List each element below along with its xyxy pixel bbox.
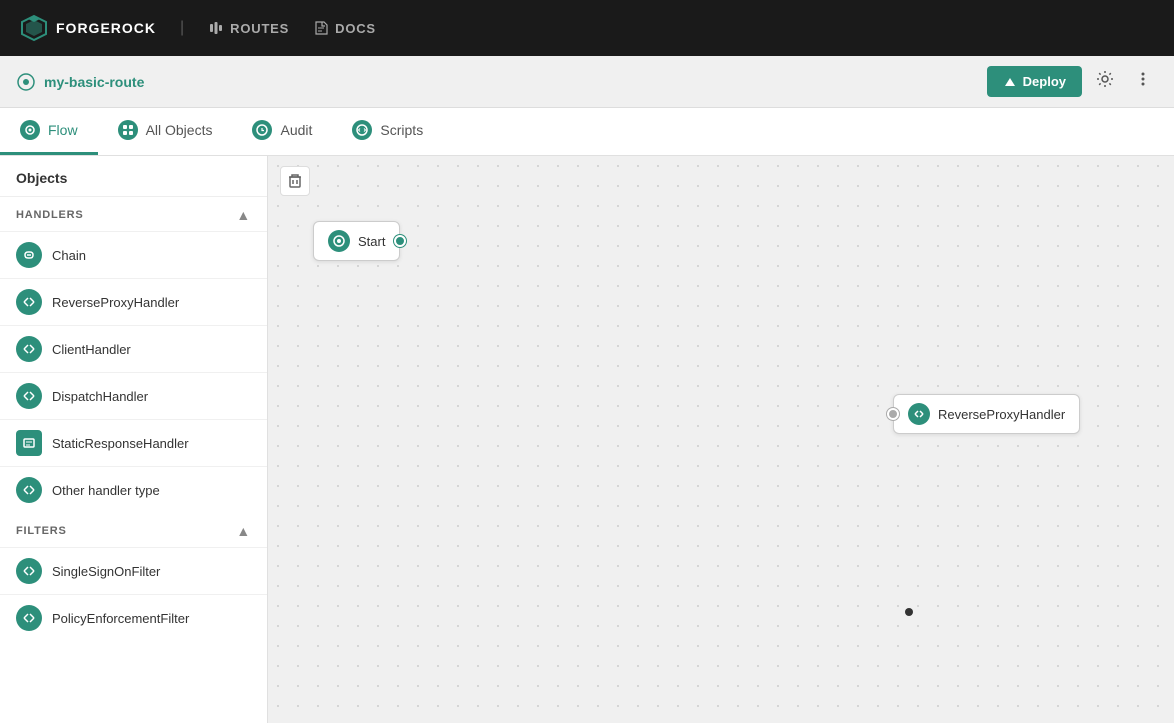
delete-button[interactable] — [280, 166, 310, 196]
cursor — [905, 608, 913, 616]
tab-scripts[interactable]: Scripts — [332, 108, 443, 155]
reverse-proxy-handler-icon — [16, 289, 42, 315]
policy-enforcement-filter-label: PolicyEnforcementFilter — [52, 611, 189, 626]
deploy-icon — [1003, 75, 1017, 89]
chain-label: Chain — [52, 248, 86, 263]
tab-flow-label: Flow — [48, 122, 78, 138]
forgerock-logo-icon — [20, 14, 48, 42]
dispatch-handler-label: DispatchHandler — [52, 389, 148, 404]
sidebar-item-client-handler[interactable]: ClientHandler — [0, 325, 267, 372]
other-handler-type-label: Other handler type — [52, 483, 160, 498]
start-node-icon — [328, 230, 350, 252]
sidebar-title: Objects — [0, 156, 267, 197]
settings-icon — [1096, 70, 1114, 88]
filters-section-header: FILTERS ▲ — [0, 513, 267, 547]
more-icon — [1134, 70, 1152, 88]
forgerock-logo: FORGEROCK — [20, 14, 156, 42]
nav-divider: | — [180, 19, 184, 37]
client-handler-icon — [16, 336, 42, 362]
other-handler-type-icon — [16, 477, 42, 503]
tab-all-objects[interactable]: All Objects — [98, 108, 233, 155]
routes-icon — [208, 20, 224, 36]
breadcrumb-actions: Deploy — [987, 64, 1158, 99]
static-response-handler-icon — [16, 430, 42, 456]
brand-name: FORGEROCK — [56, 20, 156, 36]
policy-enforcement-filter-icon — [16, 605, 42, 631]
reverse-proxy-handler-node[interactable]: ReverseProxyHandler — [893, 394, 1080, 434]
handlers-collapse-toggle[interactable]: ▲ — [236, 207, 251, 223]
handlers-label: HANDLERS — [16, 209, 84, 221]
more-options-button[interactable] — [1128, 64, 1158, 99]
sidebar-item-chain[interactable]: Chain — [0, 231, 267, 278]
sidebar-item-reverse-proxy-handler[interactable]: ReverseProxyHandler — [0, 278, 267, 325]
scripts-tab-icon — [352, 120, 372, 140]
sidebar-item-policy-enforcement-filter[interactable]: PolicyEnforcementFilter — [0, 594, 267, 641]
breadcrumb-bar: my-basic-route Deploy — [0, 56, 1174, 108]
reverse-proxy-handler-label: ReverseProxyHandler — [52, 295, 179, 310]
filters-collapse-toggle[interactable]: ▲ — [236, 523, 251, 539]
delete-icon — [287, 173, 303, 189]
single-sign-on-filter-icon — [16, 558, 42, 584]
docs-icon — [313, 20, 329, 36]
handlers-section: HANDLERS ▲ Chain ReversePro — [0, 197, 267, 513]
deploy-button[interactable]: Deploy — [987, 66, 1082, 97]
canvas-toolbar — [280, 166, 310, 196]
routes-nav-item[interactable]: ROUTES — [208, 20, 289, 36]
flow-tab-icon — [20, 120, 40, 140]
tab-bar: Flow All Objects Audit — [0, 108, 1174, 156]
sidebar-item-static-response-handler[interactable]: StaticResponseHandler — [0, 419, 267, 466]
start-node-label: Start — [358, 234, 385, 249]
route-name: my-basic-route — [44, 74, 144, 90]
tab-flow[interactable]: Flow — [0, 108, 98, 155]
sidebar-item-single-sign-on-filter[interactable]: SingleSignOnFilter — [0, 547, 267, 594]
start-node[interactable]: Start — [313, 221, 400, 261]
settings-button[interactable] — [1090, 64, 1120, 99]
reverse-proxy-handler-node-label: ReverseProxyHandler — [938, 407, 1065, 422]
filters-section: FILTERS ▲ SingleSignOnFilter PolicyEnfor — [0, 513, 267, 641]
reverse-proxy-handler-left-connector[interactable] — [887, 408, 899, 420]
reverse-proxy-handler-node-icon — [908, 403, 930, 425]
client-handler-label: ClientHandler — [52, 342, 131, 357]
handlers-section-header: HANDLERS ▲ — [0, 197, 267, 231]
audit-tab-icon — [252, 120, 272, 140]
top-navigation: FORGEROCK | ROUTES DOCS — [0, 0, 1174, 56]
docs-nav-item[interactable]: DOCS — [313, 20, 376, 36]
tab-all-objects-label: All Objects — [146, 122, 213, 138]
dispatch-handler-icon — [16, 383, 42, 409]
tab-audit[interactable]: Audit — [232, 108, 332, 155]
main-layout: Objects HANDLERS ▲ Chain — [0, 156, 1174, 723]
chain-icon — [16, 242, 42, 268]
filters-label: FILTERS — [16, 525, 67, 537]
tab-scripts-label: Scripts — [380, 122, 423, 138]
single-sign-on-filter-label: SingleSignOnFilter — [52, 564, 160, 579]
tab-audit-label: Audit — [280, 122, 312, 138]
sidebar-item-dispatch-handler[interactable]: DispatchHandler — [0, 372, 267, 419]
start-node-right-connector[interactable] — [394, 235, 406, 247]
sidebar-item-other-handler-type[interactable]: Other handler type — [0, 466, 267, 513]
route-icon — [16, 72, 36, 92]
canvas[interactable]: Start ReverseProxyHandler — [268, 156, 1174, 723]
breadcrumb: my-basic-route — [16, 72, 144, 92]
all-objects-tab-icon — [118, 120, 138, 140]
static-response-handler-label: StaticResponseHandler — [52, 436, 189, 451]
sidebar: Objects HANDLERS ▲ Chain — [0, 156, 268, 723]
